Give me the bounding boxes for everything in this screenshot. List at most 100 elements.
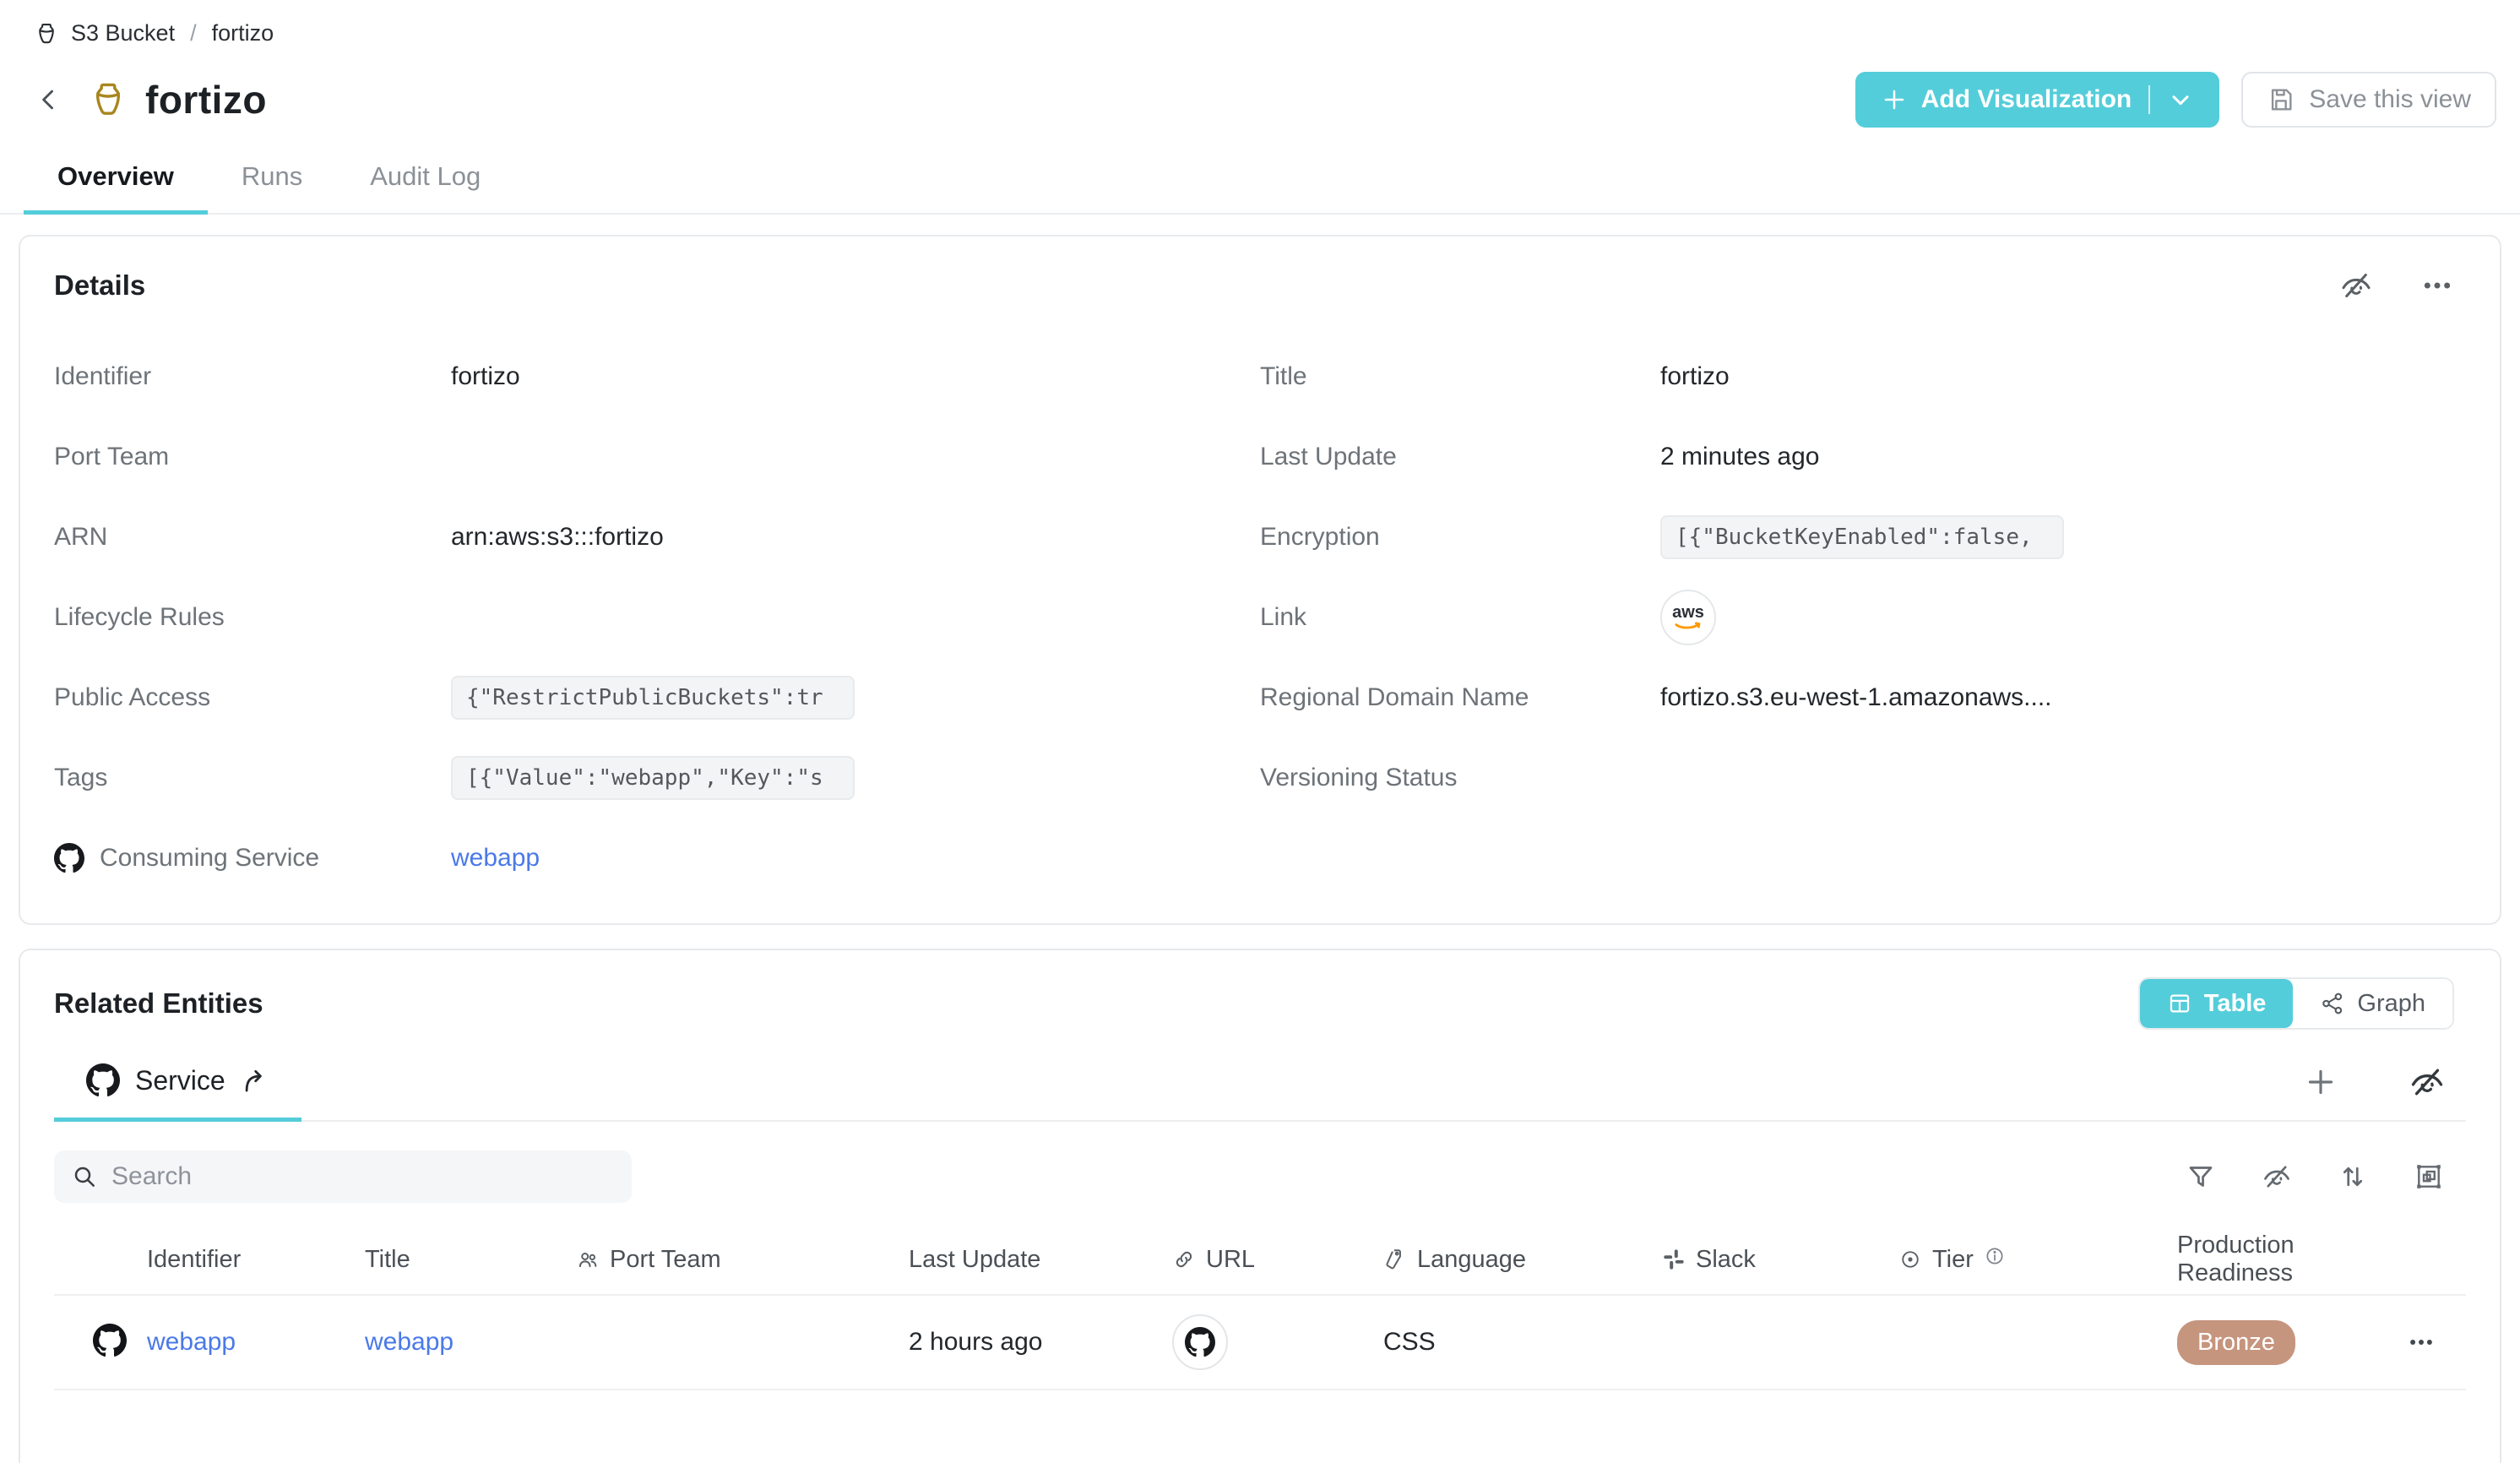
github-icon (1185, 1327, 1215, 1357)
ellipsis-icon (2407, 1328, 2436, 1357)
back-button[interactable] (30, 81, 68, 118)
row-blueprint-icon-cell (93, 1324, 147, 1362)
ellipsis-icon (2420, 269, 2454, 302)
field-label-text: Consuming Service (100, 844, 319, 873)
field-arn: ARN arn:aws:s3:::fortizo (54, 497, 1260, 577)
tab-overview[interactable]: Overview (24, 150, 208, 215)
graph-view-button[interactable]: Graph (2293, 979, 2452, 1028)
field-label: Public Access (54, 683, 451, 712)
sort-button[interactable] (2338, 1161, 2368, 1192)
table-header-row: Identifier Title Port Team Last Update U… (54, 1225, 2466, 1296)
field-value: 2 minutes ago (1660, 443, 2466, 471)
main-tabs: Overview Runs Audit Log (0, 150, 2520, 215)
tab-service[interactable]: Service (54, 1055, 301, 1122)
field-label: Versioning Status (1260, 764, 1660, 792)
encryption-code-chip[interactable]: [{"BucketKeyEnabled":false, (1660, 515, 2064, 559)
tab-audit-log[interactable]: Audit Log (336, 150, 514, 215)
details-card: Details Identifier fortizo Port Team ARN… (19, 235, 2501, 925)
eye-slash-icon (2262, 1161, 2292, 1192)
hide-columns-button[interactable] (2262, 1161, 2292, 1192)
field-consuming-service: Consuming Service webapp (54, 818, 1260, 898)
plus-icon (1881, 86, 1908, 113)
table-view-label: Table (2204, 990, 2267, 1018)
add-visualization-button[interactable]: Add Visualization (1855, 72, 2219, 128)
save-icon (2267, 85, 2295, 114)
view-toggle-wrap: Table Graph (2138, 977, 2466, 1030)
table-view-button[interactable]: Table (2140, 979, 2294, 1028)
field-port-team: Port Team (54, 416, 1260, 497)
plus-icon (2304, 1065, 2338, 1099)
column-header-identifier[interactable]: Identifier (147, 1246, 365, 1274)
bucket-icon-gold (88, 79, 128, 120)
column-label: Slack (1696, 1246, 1756, 1274)
column-label: URL (1206, 1246, 1255, 1274)
add-related-button[interactable] (2304, 1065, 2338, 1099)
details-title: Details (54, 269, 145, 302)
field-regional-domain-name: Regional Domain Name fortizo.s3.eu-west-… (1260, 657, 2466, 737)
search-box[interactable] (54, 1150, 632, 1203)
details-more-button[interactable] (2420, 269, 2454, 302)
tag-icon (1383, 1248, 1407, 1271)
table-toolbar-actions (2186, 1161, 2466, 1192)
column-header-language[interactable]: Language (1383, 1246, 1662, 1274)
column-label: Port Team (610, 1246, 721, 1274)
slack-icon (1662, 1248, 1686, 1271)
row-more-button[interactable] (2407, 1328, 2466, 1357)
save-this-view-button[interactable]: Save this view (2241, 72, 2496, 128)
field-label: Lifecycle Rules (54, 603, 451, 632)
hide-properties-button[interactable] (2339, 269, 2373, 302)
details-right-column: Title fortizo Last Update 2 minutes ago … (1260, 336, 2466, 898)
row-language: CSS (1383, 1328, 1662, 1357)
tier-icon (1898, 1248, 1922, 1271)
aws-link-badge[interactable]: aws (1660, 590, 1716, 645)
search-input[interactable] (111, 1162, 615, 1191)
hide-relations-button[interactable] (2409, 1063, 2446, 1101)
code-text: {"RestrictPublicBuckets":tr (466, 685, 823, 710)
tags-code-chip[interactable]: [{"Value":"webapp","Key":"s (451, 756, 855, 800)
related-entities-title: Related Entities (54, 987, 263, 1020)
column-header-slack[interactable]: Slack (1662, 1246, 1898, 1274)
tier-info-wrap[interactable] (1984, 1245, 2006, 1274)
field-label: Link (1260, 603, 1660, 632)
column-label: Production Readiness (2177, 1232, 2407, 1287)
field-last-update: Last Update 2 minutes ago (1260, 416, 2466, 497)
tab-runs[interactable]: Runs (208, 150, 336, 215)
info-icon (1984, 1245, 2006, 1267)
filter-button[interactable] (2186, 1161, 2216, 1192)
column-header-tier[interactable]: Tier (1898, 1245, 2177, 1274)
field-label: Identifier (54, 362, 451, 391)
field-label: Title (1260, 362, 1660, 391)
table-row[interactable]: webapp webapp 2 hours ago CSS Bronze (54, 1296, 2466, 1390)
related-tabs-row: Service (54, 1055, 2466, 1122)
code-text: [{"Value":"webapp","Key":"s (466, 765, 823, 791)
consuming-service-link[interactable]: webapp (451, 844, 540, 872)
column-header-last-update[interactable]: Last Update (909, 1246, 1172, 1274)
github-icon (54, 843, 84, 873)
field-tags: Tags [{"Value":"webapp","Key":"s (54, 737, 1260, 818)
column-label: Title (365, 1246, 410, 1274)
field-value: fortizo (1660, 362, 2466, 391)
row-url-github-button[interactable] (1172, 1314, 1228, 1370)
public-access-code-chip[interactable]: {"RestrictPublicBuckets":tr (451, 676, 855, 720)
related-tab-actions (2304, 1063, 2466, 1112)
chevron-down-icon[interactable] (2167, 86, 2194, 113)
breadcrumb-blueprint[interactable]: S3 Bucket (71, 20, 175, 46)
column-header-url[interactable]: URL (1172, 1246, 1383, 1274)
group-by-button[interactable] (2414, 1161, 2444, 1192)
column-header-production-readiness[interactable]: Production Readiness (2177, 1232, 2407, 1287)
aws-swoosh-icon (1674, 621, 1703, 631)
link-icon (1172, 1248, 1196, 1271)
row-identifier-link[interactable]: webapp (147, 1328, 236, 1356)
tab-service-label: Service (135, 1065, 225, 1096)
header-actions: Add Visualization Save this view (1855, 72, 2496, 128)
entity-header: fortizo Add Visualization Save this view (30, 72, 2496, 128)
row-title-link[interactable]: webapp (365, 1328, 453, 1356)
column-header-title[interactable]: Title (365, 1246, 576, 1274)
eye-slash-icon (2339, 269, 2373, 302)
graph-icon (2320, 991, 2345, 1016)
column-label: Last Update (909, 1246, 1040, 1274)
breadcrumb: S3 Bucket / fortizo (0, 0, 2520, 46)
related-entities-header: Related Entities Table Graph (54, 977, 2466, 1030)
column-header-port-team[interactable]: Port Team (576, 1246, 909, 1274)
breadcrumb-entity[interactable]: fortizo (212, 20, 274, 46)
